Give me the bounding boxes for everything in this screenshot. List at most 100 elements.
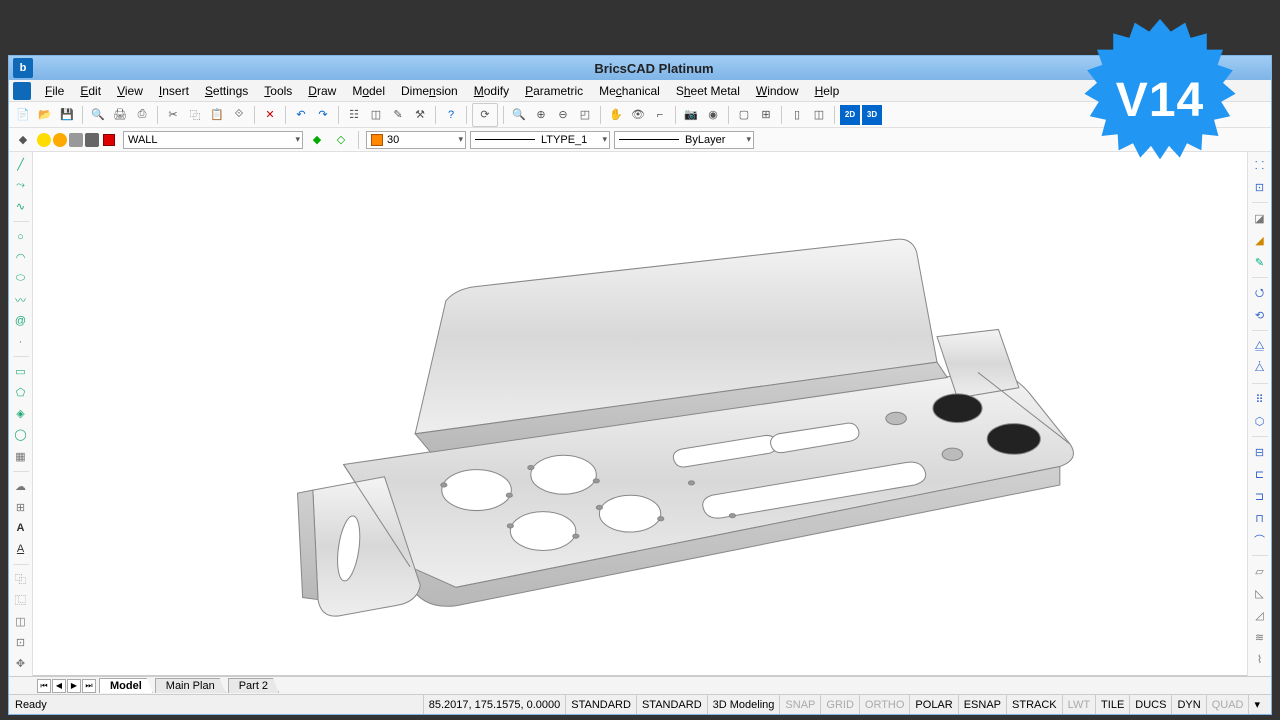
zoom-realtime-icon[interactable]: 🔍 [509,105,529,125]
region-icon[interactable]: ◈ [12,405,30,422]
spiral-icon[interactable]: @ [12,312,30,329]
polyline-icon[interactable]: ⤳ [12,177,30,194]
redo-icon[interactable]: ↷ [313,105,333,125]
status-workspace[interactable]: 3D Modeling [707,695,780,714]
layer-manager-icon[interactable]: ◆ [13,130,33,150]
camera-icon[interactable]: 📷 [681,105,701,125]
thicken-icon[interactable]: ⊓ [1251,509,1269,527]
tab-mainplan[interactable]: Main Plan [155,678,226,693]
layer-prev-icon[interactable]: ◆ [307,130,327,150]
shell-icon[interactable]: ⊐ [1251,487,1269,505]
menu-settings[interactable]: Settings [197,82,256,100]
menu-parametric[interactable]: Parametric [517,82,591,100]
unfold-icon[interactable]: ◿ [1251,606,1269,624]
layer-plot-icon[interactable] [85,133,99,147]
point-icon[interactable]: · [12,333,30,350]
toggle-quad[interactable]: QUAD [1206,695,1249,714]
tab-model[interactable]: Model [99,678,153,693]
mirror3d-icon[interactable]: ⧋ [1251,337,1269,355]
array3d-icon[interactable]: ⠿ [1251,390,1269,408]
menu-edit[interactable]: Edit [72,82,109,100]
spline-icon[interactable]: ∿ [12,198,30,215]
menu-modify[interactable]: Modify [466,82,517,100]
new-icon[interactable]: 📄 [13,105,33,125]
layer-lock-icon[interactable] [69,133,83,147]
save-icon[interactable]: 💾 [57,105,77,125]
slice-icon[interactable]: ⊟ [1251,443,1269,461]
ucs-icon[interactable]: ⌐ [650,105,670,125]
menu-view[interactable]: View [109,82,151,100]
zoom-out-icon[interactable]: ⊖ [553,105,573,125]
copy-icon[interactable]: ⿻ [185,105,205,125]
layer-dropdown[interactable]: WALL [123,131,303,149]
text-icon[interactable]: A [12,520,30,537]
toggle-tile[interactable]: TILE [1095,695,1129,714]
mirror-tool-icon[interactable]: ⿺ [12,592,30,609]
mtext-icon[interactable]: A [12,541,30,558]
3d-icon[interactable]: 3D [862,105,882,125]
tab-next-icon[interactable]: ▶ [67,679,81,693]
print-preview-icon[interactable]: 🔍 [88,105,108,125]
toggle-ortho[interactable]: ORTHO [859,695,910,714]
menu-dimension[interactable]: Dimension [393,82,466,100]
sweep-icon[interactable]: ◢ [1251,231,1269,249]
menu-model[interactable]: Model [344,82,393,100]
settings-icon[interactable]: ✎ [388,105,408,125]
linetype-dropdown[interactable]: LTYPE_1 [470,131,610,149]
toggle-grid[interactable]: GRID [820,695,859,714]
vport2-icon[interactable]: ◫ [809,105,829,125]
print-icon[interactable]: 🖨 [110,105,130,125]
delete-icon[interactable]: ✕ [260,105,280,125]
tab-part2[interactable]: Part 2 [228,678,279,693]
tab-last-icon[interactable]: ⏭ [82,679,96,693]
revolve-icon[interactable]: ⟲ [1251,306,1269,324]
line-icon[interactable]: ╱ [12,156,30,173]
vport1-icon[interactable]: ▯ [787,105,807,125]
tab-prev-icon[interactable]: ◀ [52,679,66,693]
explorer-icon[interactable]: ◫ [366,105,386,125]
rotate3d-icon[interactable]: ⭯ [1251,284,1269,302]
offset-tool-icon[interactable]: ◫ [12,613,30,630]
circle-icon[interactable]: ○ [12,228,30,245]
toggle-ducs[interactable]: DUCS [1129,695,1171,714]
layer-freeze-icon[interactable] [53,133,67,147]
polygon-icon[interactable]: ⬠ [12,384,30,401]
ellipse-icon[interactable]: ⬭ [12,270,30,287]
menu-tools[interactable]: Tools [256,82,300,100]
menu-file[interactable]: File [37,82,72,100]
paste-icon[interactable]: 📋 [207,105,227,125]
extrude-icon[interactable]: ◪ [1251,209,1269,227]
hatch-icon[interactable]: ▦ [12,448,30,465]
section-icon[interactable]: ⊏ [1251,465,1269,483]
lineweight-dropdown[interactable]: ByLayer [614,131,754,149]
open-icon[interactable]: 📂 [35,105,55,125]
layer-on-icon[interactable] [37,133,51,147]
properties-icon[interactable]: ☷ [344,105,364,125]
menu-draw[interactable]: Draw [300,82,344,100]
toggle-esnap[interactable]: ESNAP [958,695,1006,714]
fillet3d-icon[interactable]: ⌒ [1251,531,1269,549]
zoom-window-icon[interactable]: ◰ [575,105,595,125]
menu-insert[interactable]: Insert [151,82,197,100]
status-menu-icon[interactable]: ▾ [1248,695,1265,714]
status-std1[interactable]: STANDARD [565,695,636,714]
xedges-icon[interactable]: ≋ [1251,628,1269,646]
table-icon[interactable]: ⊞ [12,499,30,516]
flatten-icon[interactable]: ▱ [1251,562,1269,580]
wireframe-icon[interactable]: ⊞ [756,105,776,125]
project-icon[interactable]: ◺ [1251,584,1269,602]
regen-icon[interactable]: ⟳ [475,105,495,125]
toggle-snap[interactable]: SNAP [779,695,820,714]
undo-icon[interactable]: ↶ [291,105,311,125]
rect-icon[interactable]: ▭ [12,363,30,380]
toggle-polar[interactable]: POLAR [909,695,957,714]
pan-icon[interactable]: ✋ [606,105,626,125]
orbit-icon[interactable]: 👁 [628,105,648,125]
arc-icon[interactable]: ◠ [12,249,30,266]
menu-window[interactable]: Window [748,82,807,100]
app-menu-icon[interactable] [13,82,31,100]
publish-icon[interactable]: ⎙ [132,105,152,125]
solid-icon[interactable]: ⬡ [1251,412,1269,430]
drawing-canvas[interactable] [33,152,1247,676]
cut-icon[interactable]: ✂ [163,105,183,125]
